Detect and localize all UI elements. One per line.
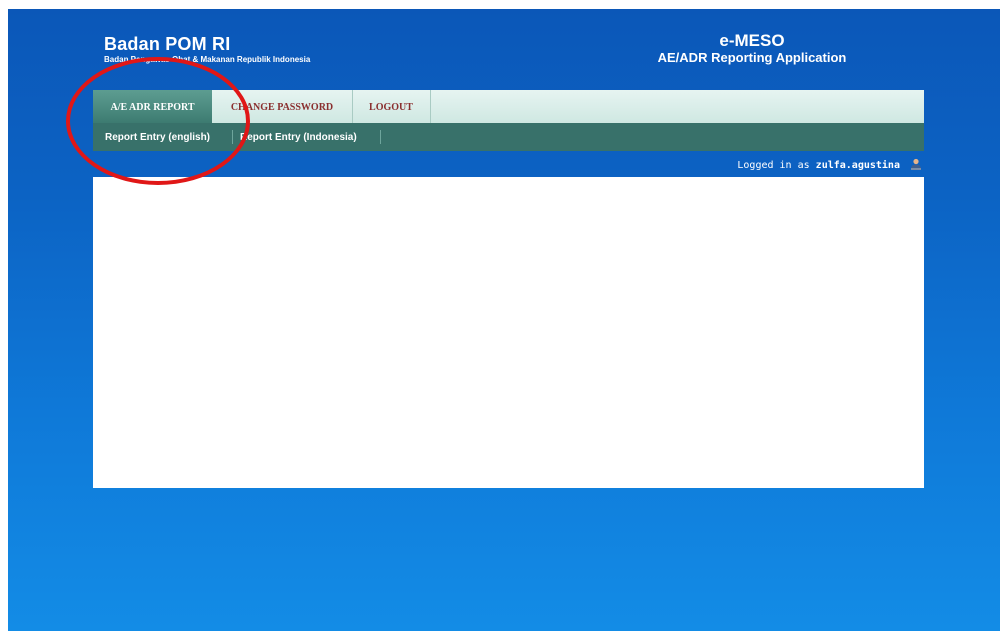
sub-navigation: Report Entry (english) Report Entry (Ind… [93,123,924,151]
app-title: e-MESO [719,31,785,50]
tab-logout[interactable]: LOGOUT [352,90,431,123]
app-subtitle: AE/ADR Reporting Application [657,50,847,65]
user-icon [910,158,922,170]
username: zulfa.agustina [815,160,900,171]
subnav-report-entry-english[interactable]: Report Entry (english) [105,123,210,151]
login-status: Logged in as zulfa.agustina [737,158,922,171]
subnav-divider [232,130,233,144]
content-panel [93,177,924,488]
org-subtitle: Badan Pengawas Obat & Makanan Republik I… [104,55,311,64]
tab-change-password[interactable]: CHANGE PASSWORD [212,90,353,123]
tab-ae-adr-report[interactable]: A/E ADR REPORT [93,90,212,123]
main-tab-bar: A/E ADR REPORT CHANGE PASSWORD LOGOUT [93,90,924,123]
login-prefix: Logged in as [737,160,810,171]
subnav-divider [380,130,381,144]
subnav-report-entry-indonesia[interactable]: Report Entry (Indonesia) [240,123,357,151]
org-title: Badan POM RI [104,34,231,54]
